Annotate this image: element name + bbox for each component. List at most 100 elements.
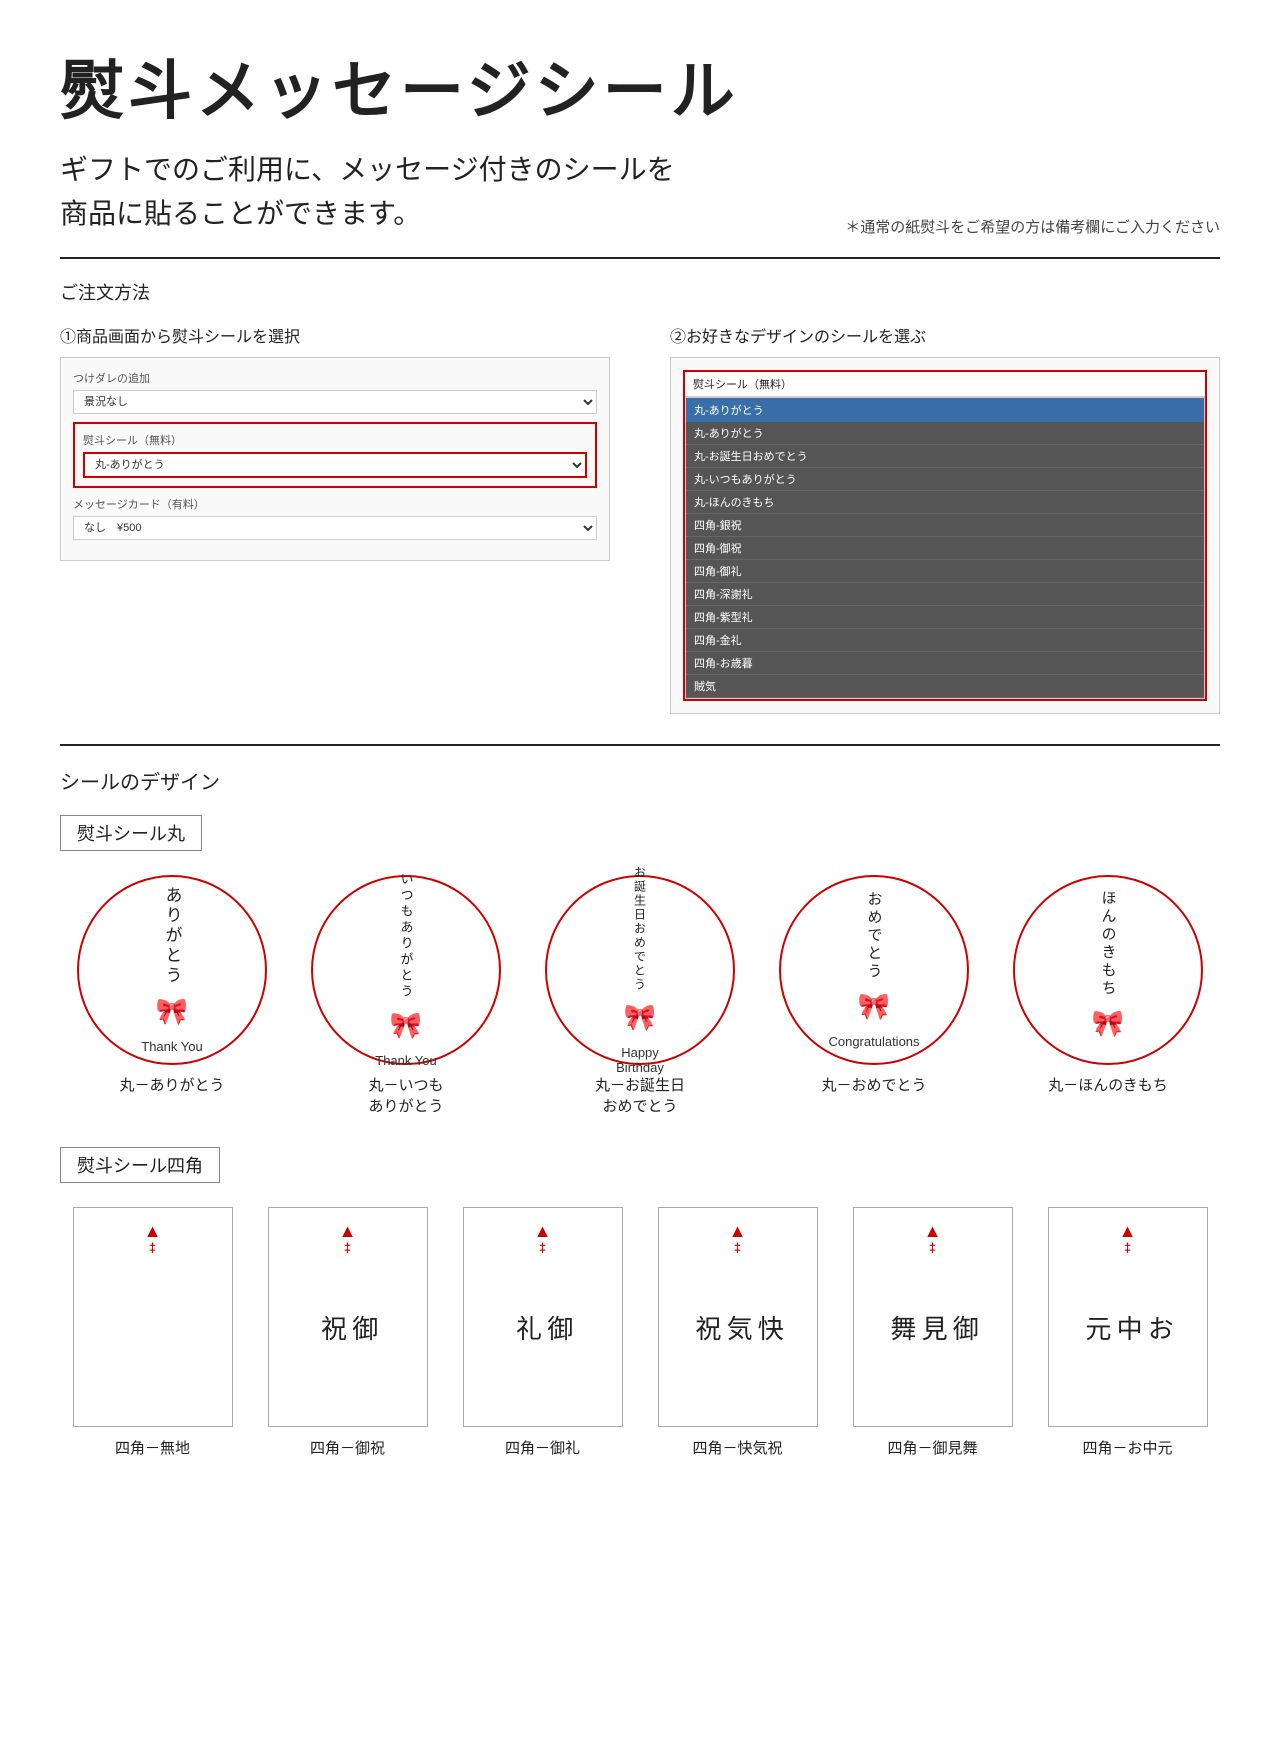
seals-section: シールのデザイン 熨斗シール丸 ありがとう 🎀 Thank You 丸－ありがと… bbox=[60, 744, 1220, 1458]
top-deco-2: ▲ ‡ bbox=[339, 1222, 357, 1255]
square-seal-item-4: ▲ ‡ 快気祝 四角－快気祝 bbox=[645, 1207, 830, 1458]
seal5-label: 丸－ほんのきもち bbox=[1048, 1075, 1168, 1096]
round-seal-item-4: おめでとう 🎀 Congratulations 丸－おめでとう bbox=[762, 875, 986, 1117]
seal3-english: HappyBirthday bbox=[616, 1045, 664, 1075]
ribbon-icon-5: 🎀 bbox=[1092, 1008, 1124, 1039]
round-seal-category: 熨斗シール丸 bbox=[60, 815, 202, 851]
square-seal-label-5: 四角－御見舞 bbox=[887, 1437, 977, 1458]
dd-option[interactable]: 四角-金礼 bbox=[686, 629, 1204, 652]
ribbon-icon-3: 🎀 bbox=[624, 1002, 656, 1033]
square-seal-label-6: 四角－お中元 bbox=[1082, 1437, 1172, 1458]
top-deco-6: ▲ ‡ bbox=[1119, 1222, 1137, 1255]
arrow-up-2: ▲ bbox=[339, 1222, 357, 1240]
message-select[interactable]: なし ¥500 bbox=[73, 516, 597, 540]
top-deco-1: ▲ ‡ bbox=[144, 1222, 162, 1255]
dd-option[interactable]: 四角-深謝礼 bbox=[686, 583, 1204, 606]
round-seal-item-2: いつもありがとう 🎀 Thank You 丸－いつもありがとう bbox=[294, 875, 518, 1117]
dd-option[interactable]: 四角-御祝 bbox=[686, 537, 1204, 560]
dd-option[interactable]: 四角-お歳暮 bbox=[686, 652, 1204, 675]
square-seal-item-6: ▲ ‡ お中元 四角－お中元 bbox=[1035, 1207, 1220, 1458]
dd-selected: 丸-ありがとう bbox=[686, 398, 1204, 422]
ribbon-icon-4: 🎀 bbox=[858, 991, 890, 1022]
steps-row: ①商品画面から熨斗シールを選択 つけダレの追加 景況なし 熨斗シール（無料） 丸… bbox=[60, 323, 1220, 714]
step1-label: ①商品画面から熨斗シールを選択 bbox=[60, 323, 610, 347]
top-deco-4: ▲ ‡ bbox=[729, 1222, 747, 1255]
message-section: メッセージカード（有料） なし ¥500 bbox=[73, 496, 597, 540]
step2-label: ②お好きなデザインのシールを選ぶ bbox=[670, 323, 1220, 347]
arrow-up-5: ▲ bbox=[924, 1222, 942, 1240]
step1-image: つけダレの追加 景況なし 熨斗シール（無料） 丸-ありがとう メッセージカード（… bbox=[60, 357, 610, 561]
round-seal-3: お誕生日おめでとう 🎀 HappyBirthday bbox=[545, 875, 735, 1065]
square-seal-4: ▲ ‡ 快気祝 bbox=[658, 1207, 818, 1427]
addon-label: つけダレの追加 bbox=[73, 370, 597, 386]
square-kanji-4: 快気祝 bbox=[691, 1315, 785, 1349]
arrow-up-1: ▲ bbox=[144, 1222, 162, 1240]
top-deco-5: ▲ ‡ bbox=[924, 1222, 942, 1255]
step2-image: 熨斗シール（無料） 丸-ありがとう 丸-ありがとう 丸-お誕生日おめでとう 丸-… bbox=[670, 357, 1220, 714]
dd-option[interactable]: 丸-お誕生日おめでとう bbox=[686, 445, 1204, 468]
double-line-2: ‡ bbox=[344, 1240, 351, 1255]
square-seal-item-1: ▲ ‡ 四角－無地 bbox=[60, 1207, 245, 1458]
seal-section-divider bbox=[60, 744, 1220, 746]
addon-select[interactable]: 景況なし bbox=[73, 390, 597, 414]
top-deco-3: ▲ ‡ bbox=[534, 1222, 552, 1255]
seal3-japanese: お誕生日おめでとう bbox=[632, 866, 649, 992]
square-seal-1: ▲ ‡ bbox=[73, 1207, 233, 1427]
dd-option[interactable]: 四角-銀祝 bbox=[686, 514, 1204, 537]
seal1-label: 丸－ありがとう bbox=[119, 1075, 224, 1096]
step2-dropdown[interactable]: 丸-ありがとう 丸-ありがとう 丸-お誕生日おめでとう 丸-いつもありがとう 丸… bbox=[685, 397, 1205, 699]
round-seal-2: いつもありがとう 🎀 Thank You bbox=[311, 875, 501, 1065]
order-method-title: ご注文方法 bbox=[60, 279, 1220, 305]
square-seal-label-2: 四角－御祝 bbox=[310, 1437, 385, 1458]
dd-option[interactable]: 丸-ほんのきもち bbox=[686, 491, 1204, 514]
dd-option[interactable]: 賊気 bbox=[686, 675, 1204, 698]
arrow-up-3: ▲ bbox=[534, 1222, 552, 1240]
seal-select[interactable]: 丸-ありがとう bbox=[83, 452, 587, 478]
seal-design-title: シールのデザイン bbox=[60, 766, 1220, 795]
double-line-4: ‡ bbox=[734, 1240, 741, 1255]
seal4-japanese: おめでとう bbox=[864, 891, 885, 981]
step2: ②お好きなデザインのシールを選ぶ 熨斗シール（無料） 丸-ありがとう 丸-ありが… bbox=[670, 323, 1220, 714]
square-seal-3: ▲ ‡ 御礼 bbox=[463, 1207, 623, 1427]
round-seal-5: ほんのきもち 🎀 bbox=[1013, 875, 1203, 1065]
seal2-label: 丸－いつもありがとう bbox=[368, 1075, 443, 1117]
square-seal-6: ▲ ‡ お中元 bbox=[1048, 1207, 1208, 1427]
dd-option[interactable]: 丸-ありがとう bbox=[686, 422, 1204, 445]
ribbon-icon-1: 🎀 bbox=[156, 996, 188, 1027]
seal2-japanese: いつもありがとう bbox=[397, 872, 416, 1000]
step2-dropdown-header: 熨斗シール（無料） bbox=[685, 372, 1205, 397]
double-line-3: ‡ bbox=[539, 1240, 546, 1255]
round-seal-item-5: ほんのきもち 🎀 丸－ほんのきもち bbox=[996, 875, 1220, 1117]
square-seal-label-1: 四角－無地 bbox=[115, 1437, 190, 1458]
ribbon-icon-2: 🎀 bbox=[390, 1010, 422, 1041]
round-seal-item-3: お誕生日おめでとう 🎀 HappyBirthday 丸－お誕生日おめでとう bbox=[528, 875, 752, 1117]
seal1-english: Thank You bbox=[141, 1039, 202, 1054]
square-seal-item-5: ▲ ‡ 御見舞 四角－御見舞 bbox=[840, 1207, 1025, 1458]
addon-section: つけダレの追加 景況なし bbox=[73, 370, 597, 414]
subtitle-line1: ギフトでのご利用に、メッセージ付きのシールを bbox=[60, 148, 1220, 188]
seal5-japanese: ほんのきもち bbox=[1098, 890, 1119, 998]
seal-label: 熨斗シール（無料） bbox=[83, 432, 587, 448]
dd-option[interactable]: 四角-御礼 bbox=[686, 560, 1204, 583]
double-line-1: ‡ bbox=[149, 1240, 156, 1255]
seal2-english: Thank You bbox=[375, 1053, 436, 1068]
arrow-up-4: ▲ bbox=[729, 1222, 747, 1240]
square-kanji-3: 御礼 bbox=[511, 1315, 573, 1349]
square-kanji-2: 御祝 bbox=[316, 1315, 378, 1349]
section-divider bbox=[60, 257, 1220, 259]
round-seal-4: おめでとう 🎀 Congratulations bbox=[779, 875, 969, 1065]
dd-option[interactable]: 四角-紫型礼 bbox=[686, 606, 1204, 629]
double-line-6: ‡ bbox=[1124, 1240, 1131, 1255]
square-seal-category: 熨斗シール四角 bbox=[60, 1147, 220, 1183]
arrow-up-6: ▲ bbox=[1119, 1222, 1137, 1240]
square-kanji-5: 御見舞 bbox=[886, 1315, 980, 1349]
round-seal-item-1: ありがとう 🎀 Thank You 丸－ありがとう bbox=[60, 875, 284, 1117]
square-kanji-6: お中元 bbox=[1081, 1315, 1175, 1349]
message-label: メッセージカード（有料） bbox=[73, 496, 597, 512]
square-seal-2: ▲ ‡ 御祝 bbox=[268, 1207, 428, 1427]
step1: ①商品画面から熨斗シールを選択 つけダレの追加 景況なし 熨斗シール（無料） 丸… bbox=[60, 323, 610, 561]
seal4-english: Congratulations bbox=[828, 1034, 919, 1049]
square-seal-item-2: ▲ ‡ 御祝 四角－御祝 bbox=[255, 1207, 440, 1458]
page-title: 熨斗メッセージシール bbox=[60, 40, 1220, 132]
dd-option[interactable]: 丸-いつもありがとう bbox=[686, 468, 1204, 491]
